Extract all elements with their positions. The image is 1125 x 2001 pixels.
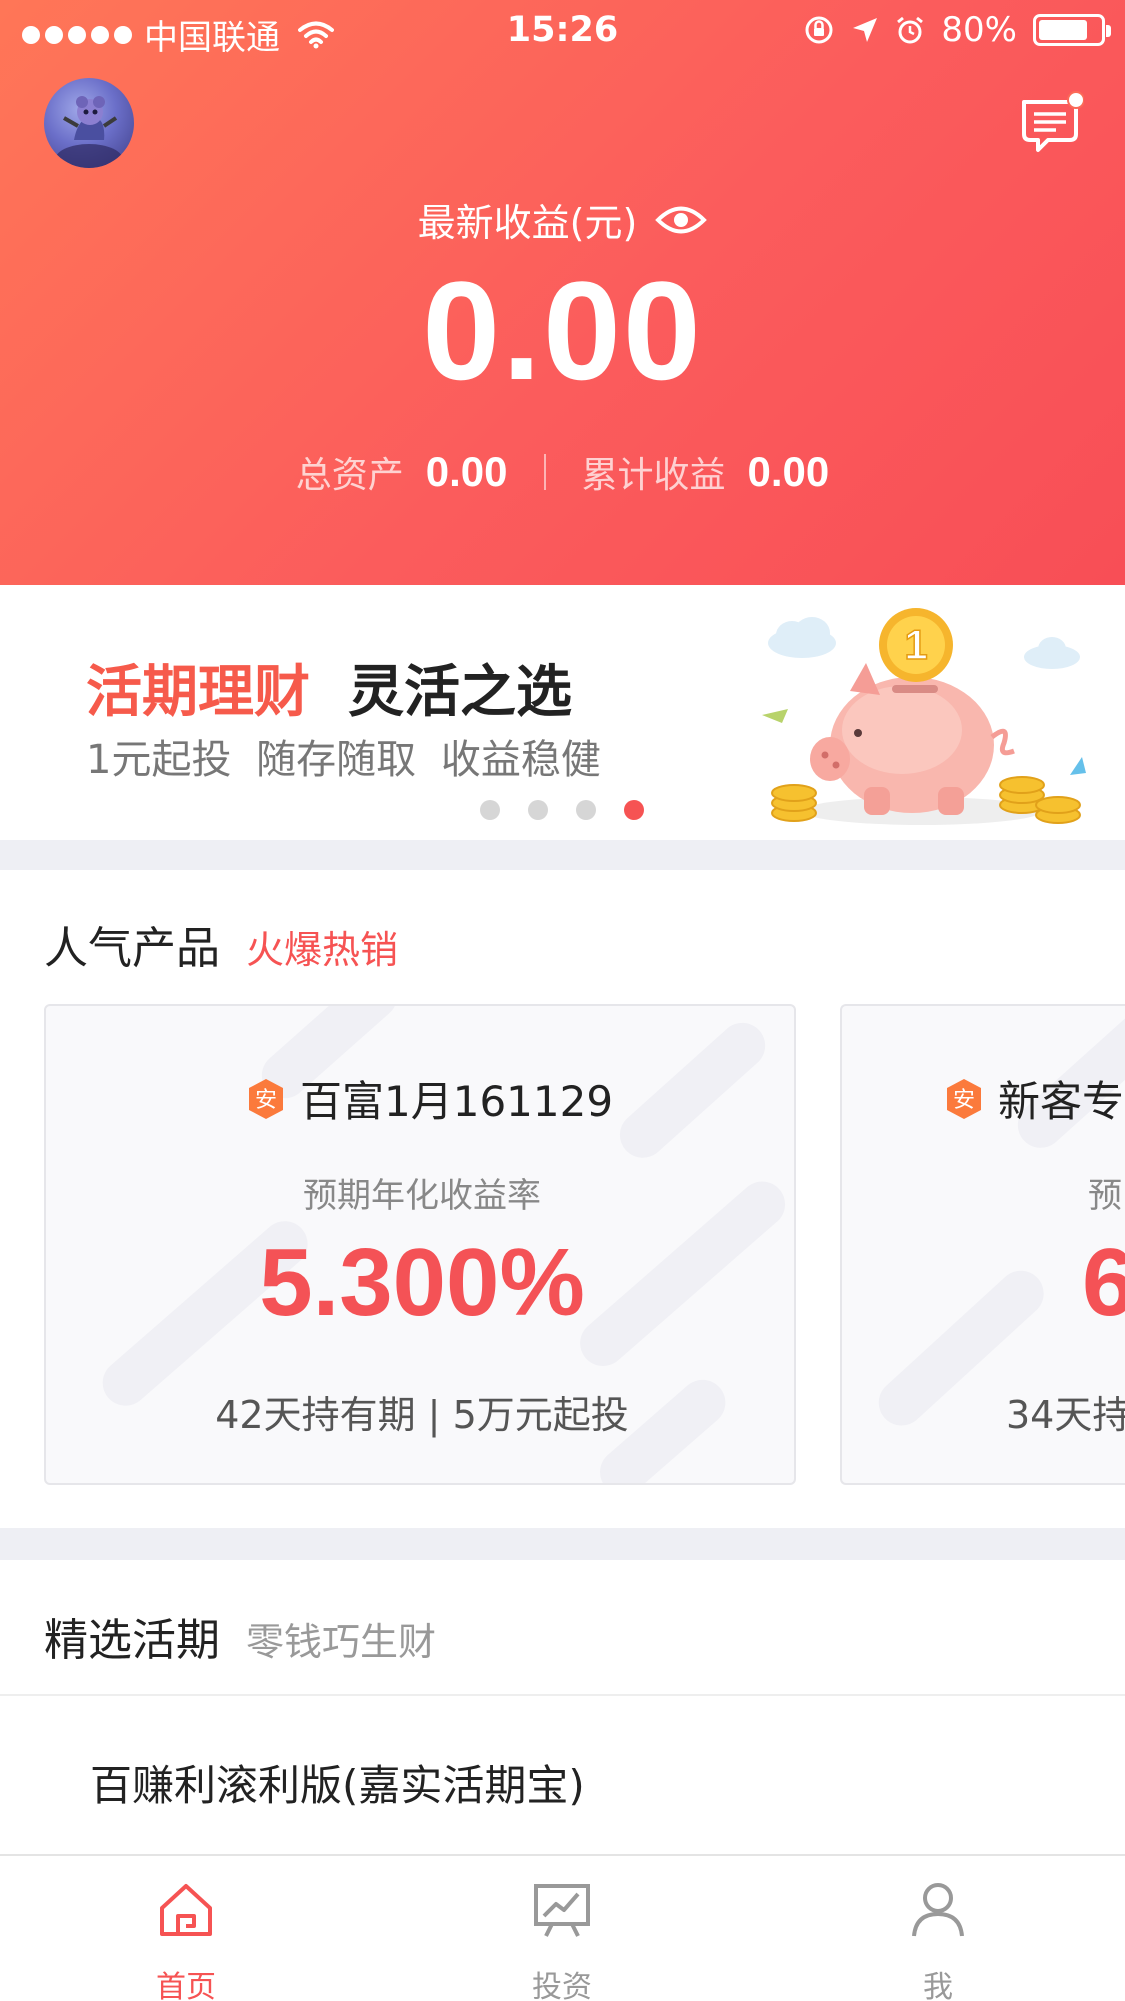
earnings-label-row: 最新收益(元) — [0, 192, 1125, 247]
pager-dot[interactable] — [528, 800, 548, 820]
eye-icon[interactable] — [655, 203, 708, 237]
alarm-icon — [897, 16, 924, 44]
selected-savings-header: 精选活期 零钱巧生财 — [44, 1604, 436, 1668]
piggy-bank-illustration: 1 — [762, 608, 1086, 825]
message-icon[interactable] — [1018, 90, 1084, 156]
section-divider — [0, 1528, 1125, 1560]
cumulative-earnings-value: 0.00 — [747, 448, 830, 495]
tab-invest[interactable]: 投资 — [462, 1856, 662, 2001]
pager-dot[interactable] — [480, 800, 500, 820]
product-card[interactable]: 安 新客专 预 6 34天持 — [840, 1004, 1125, 1485]
tab-me[interactable]: 我 — [838, 1856, 1038, 2001]
list-item[interactable]: 百赚利滚利版(嘉实活期宝) — [90, 1752, 585, 1813]
safety-badge-char: 安 — [255, 1088, 277, 1113]
location-arrow-icon — [853, 18, 878, 42]
rate-value: 5.300% — [259, 1229, 585, 1336]
product-meta: 34天持 — [1006, 1393, 1125, 1437]
avatar-figure-icon — [55, 96, 123, 168]
selected-savings-tag: 零钱巧生财 — [246, 1620, 437, 1664]
selected-savings-title: 精选活期 — [44, 1615, 220, 1666]
popular-products-tag: 火爆热销 — [246, 928, 399, 972]
tab-home-label: 首页 — [156, 1970, 216, 2001]
bottom-tab-bar: 首页 投资 我 — [0, 1854, 1125, 2001]
profile-icon — [912, 1883, 964, 1937]
safety-badge-icon: 安 — [249, 1078, 283, 1119]
product-name: 百富1月161129 — [300, 1077, 614, 1126]
pager-dot[interactable] — [576, 800, 596, 820]
pager-dot[interactable] — [624, 800, 644, 820]
orientation-lock-icon — [805, 16, 833, 44]
user-avatar[interactable] — [44, 78, 134, 168]
rate-label: 预期年化收益率 — [303, 1176, 541, 1216]
header-hero: 中国联通 15:26 80% 最新收益(元) 0.00 总资产 0.00 累计收… — [0, 0, 1125, 585]
stats-separator — [543, 454, 546, 490]
rate-value: 6 — [1082, 1228, 1125, 1338]
earnings-value: 0.00 — [422, 252, 703, 409]
battery-percent: 80% — [941, 10, 1017, 50]
list-divider — [0, 1694, 1125, 1696]
total-assets-label: 总资产 — [295, 455, 404, 496]
popular-products-header: 人气产品 火爆热销 — [44, 912, 398, 976]
cumulative-earnings-label: 累计收益 — [581, 455, 726, 496]
battery-icon — [1033, 14, 1111, 46]
banner-title: 活期理财 灵活之选 — [86, 647, 572, 728]
rate-label: 预 — [1088, 1176, 1122, 1216]
tab-me-label: 我 — [923, 1970, 953, 2001]
promo-banner[interactable]: 活期理财 灵活之选 1元起投 随存随取 收益稳健 1 — [0, 585, 1125, 840]
banner-title-highlight: 活期理财 — [86, 660, 310, 725]
tab-home[interactable]: 首页 — [86, 1856, 286, 2001]
coin-label: 1 — [904, 621, 927, 668]
status-bar: 中国联通 15:26 80% — [0, 0, 1125, 62]
chart-icon — [534, 1884, 590, 1937]
section-divider — [0, 840, 1125, 870]
status-right: 80% — [803, 10, 1111, 50]
product-name: 新客专 — [998, 1077, 1125, 1126]
asset-stats: 总资产 0.00 累计收益 0.00 — [0, 446, 1125, 498]
product-name-row: 安 新客专 — [944, 1068, 1124, 1129]
safety-badge-char: 安 — [953, 1088, 975, 1113]
total-assets-value: 0.00 — [425, 448, 508, 495]
home-icon — [160, 1884, 212, 1936]
product-name-row: 安 百富1月161129 — [246, 1068, 613, 1129]
tab-invest-label: 投资 — [532, 1970, 592, 2001]
popular-products-title: 人气产品 — [44, 923, 220, 974]
product-card[interactable]: 安 百富1月161129 预期年化收益率 5.300% 42天持有期 | 5万元… — [44, 1004, 796, 1485]
banner-title-rest: 灵活之选 — [348, 660, 572, 725]
safety-badge-icon: 安 — [947, 1078, 981, 1119]
banner-subtitle: 1元起投 随存随取 收益稳健 — [86, 737, 601, 783]
product-meta: 42天持有期 | 5万元起投 — [215, 1393, 629, 1437]
earnings-label: 最新收益(元) — [417, 201, 638, 245]
banner-pager[interactable] — [480, 800, 644, 820]
